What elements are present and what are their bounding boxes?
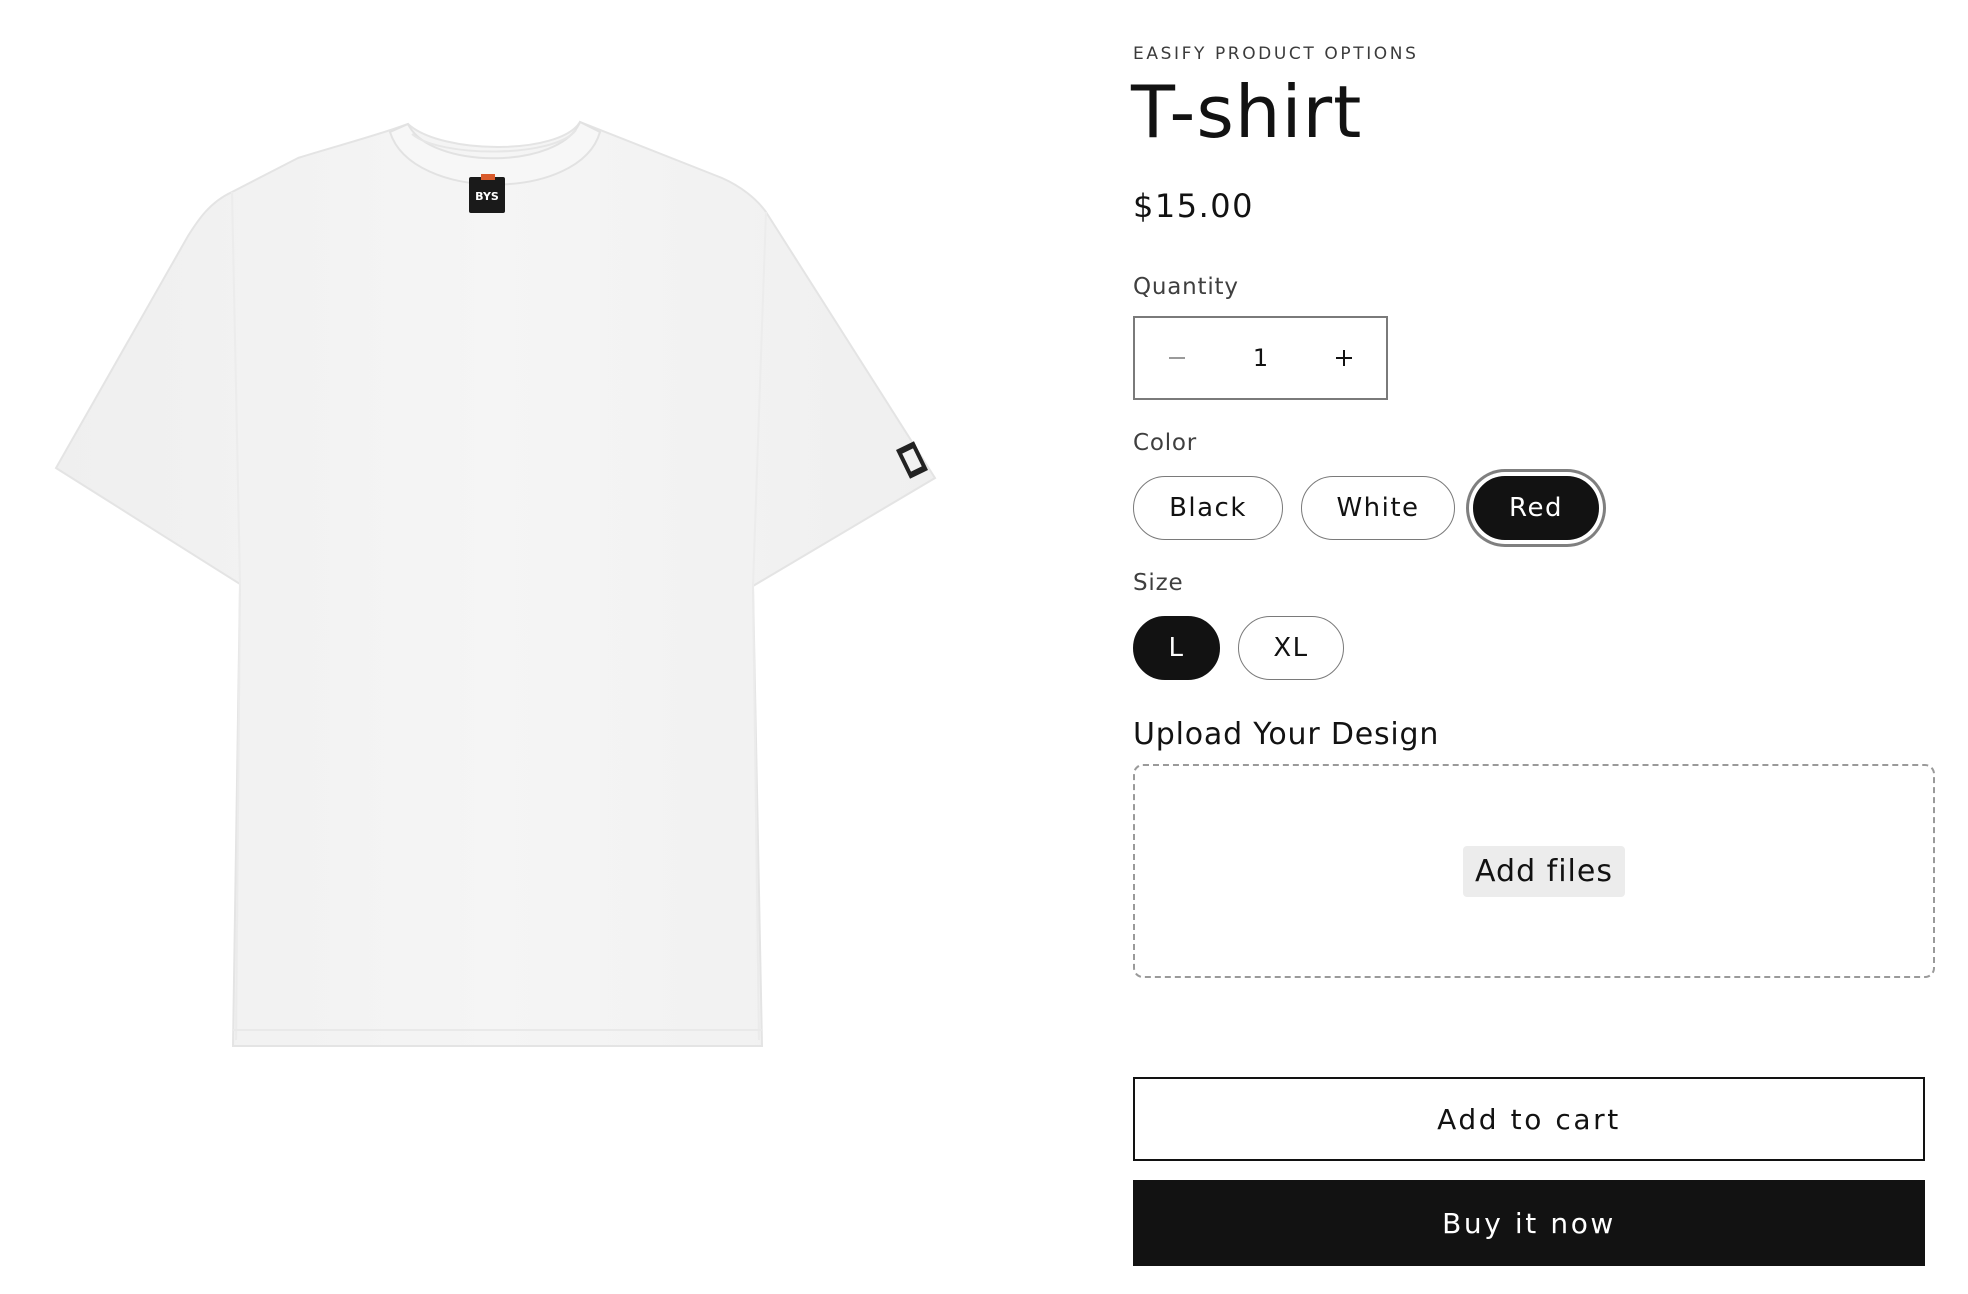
size-options: L XL [1133, 616, 1344, 680]
upload-dropzone[interactable]: Add files [1133, 764, 1935, 978]
quantity-stepper [1133, 316, 1388, 400]
minus-icon [1169, 357, 1185, 359]
tshirt-image: BYS [54, 120, 937, 1047]
product-price: $15.00 [1133, 187, 1254, 225]
add-to-cart-button[interactable]: Add to cart [1133, 1077, 1925, 1161]
size-option-xl[interactable]: XL [1238, 616, 1344, 680]
add-files-button[interactable]: Add files [1463, 845, 1625, 897]
quantity-increase-button[interactable] [1302, 318, 1386, 398]
brand-tag-label: BYS [475, 190, 499, 203]
product-title: T-shirt [1131, 70, 1363, 154]
product-image: BYS [40, 110, 960, 1090]
quantity-input[interactable] [1219, 343, 1302, 373]
upload-title: Upload Your Design [1133, 717, 1440, 752]
brand-tag: BYS [469, 174, 505, 213]
product-vendor: EASIFY PRODUCT OPTIONS [1133, 44, 1419, 64]
buy-now-button[interactable]: Buy it now [1133, 1180, 1925, 1266]
color-options: Black White Red [1133, 476, 1599, 540]
quantity-label: Quantity [1133, 274, 1239, 300]
color-label: Color [1133, 430, 1198, 456]
color-option-red[interactable]: Red [1473, 476, 1599, 540]
size-option-l[interactable]: L [1133, 616, 1220, 680]
color-option-black[interactable]: Black [1133, 476, 1283, 540]
plus-icon [1336, 350, 1352, 366]
color-option-white[interactable]: White [1301, 476, 1455, 540]
size-label: Size [1133, 570, 1184, 596]
quantity-decrease-button[interactable] [1135, 318, 1219, 398]
